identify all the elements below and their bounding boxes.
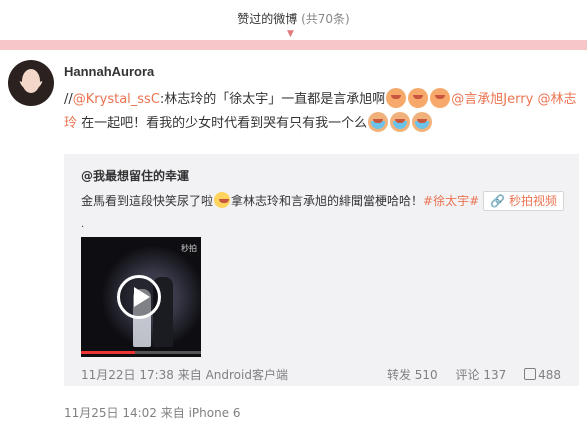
repost-username[interactable]: @我最想留住的幸運	[81, 167, 189, 184]
repost-text: 金馬看到這段快笑尿了啦 拿林志玲和言承旭的緋聞當梗哈哈！#徐太宇# 🔗 秒拍视频	[81, 191, 571, 211]
avatar[interactable]	[8, 60, 54, 106]
avatar-face	[22, 69, 40, 93]
link-chain-icon: 🔗	[489, 194, 505, 208]
caret-down-icon: ▼	[287, 29, 294, 39]
repost-footer: 11月22日 17:38 来自 Android客户端	[81, 368, 288, 382]
post-text-a: :林志玲的「徐太宇」一直都是言承旭啊	[159, 92, 386, 107]
video-progress-fill	[81, 351, 135, 354]
cry-emoji-icon	[390, 112, 411, 132]
laugh-cry-emoji-icon	[214, 192, 231, 208]
cry-emoji-icon	[368, 112, 389, 132]
cry-emoji-icon	[412, 112, 433, 132]
page-header: 赞过的微博 (共70条) ▼	[0, 0, 587, 40]
repost-card: @我最想留住的幸運 金馬看到這段快笑尿了啦 拿林志玲和言承旭的緋聞當梗哈哈！#徐太…	[64, 154, 579, 386]
repost-stats: 转发 510 评论 137 488	[373, 366, 561, 383]
text-prefix: //	[64, 92, 73, 107]
post-footer: 11月25日 14:02 来自 iPhone 6	[64, 406, 241, 420]
post-text-b: 在一起吧！看我的少女时代看到哭有只有我一个么	[77, 116, 368, 131]
page-title: 赞过的微博 (共70条)	[237, 10, 349, 27]
repost-dot: .	[81, 219, 85, 230]
like-button[interactable]: 488	[524, 368, 561, 382]
video-link-button[interactable]: 🔗 秒拍视频	[482, 191, 564, 211]
hashtag-link[interactable]: #徐太宇#	[423, 194, 479, 208]
mention-link[interactable]: @Krystal_ssC	[73, 92, 160, 107]
liked-count: (共70条)	[301, 12, 350, 26]
play-icon[interactable]	[117, 275, 161, 319]
repost-text-a: 金馬看到這段快笑尿了啦	[81, 194, 214, 208]
laugh-emoji-icon	[408, 88, 429, 108]
laugh-emoji-icon	[386, 88, 407, 108]
page-title-text: 赞过的微博	[237, 12, 298, 26]
laugh-emoji-icon	[430, 88, 451, 108]
post-text: //@Krystal_ssC:林志玲的「徐太宇」一直都是言承旭啊 @言承旭Jerr…	[64, 88, 582, 136]
feed-card: HannahAurora //@Krystal_ssC:林志玲的「徐太宇」一直都…	[0, 50, 587, 421]
video-link-label: 秒拍视频	[508, 194, 557, 208]
repost-text-b: 拿林志玲和言承旭的緋聞當梗哈哈！	[231, 194, 424, 208]
comment-count-button[interactable]: 评论 137	[456, 368, 507, 382]
mention-link[interactable]: @言承旭Jerry	[451, 92, 533, 107]
post-username[interactable]: HannahAurora	[64, 64, 154, 79]
header-divider	[0, 40, 587, 50]
like-count: 488	[538, 368, 561, 382]
video-logo: 秒拍	[181, 244, 197, 253]
repost-count-button[interactable]: 转发 510	[387, 368, 438, 382]
video-thumbnail[interactable]: 秒拍	[81, 237, 201, 357]
thumbs-up-icon	[524, 368, 537, 380]
